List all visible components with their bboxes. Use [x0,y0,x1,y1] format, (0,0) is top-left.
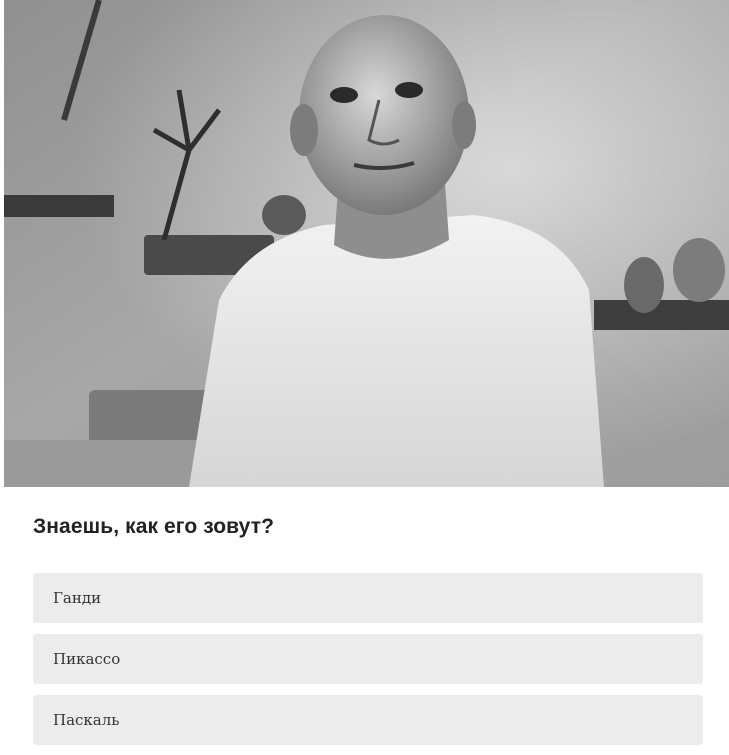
quiz-photo [4,0,729,487]
answer-option[interactable]: Пикассо [33,634,703,684]
answer-option[interactable]: Ганди [33,573,703,623]
quiz-card: Знаешь, как его зовут? Ганди Пикассо Пас… [0,0,729,755]
question-title: Знаешь, как его зовут? [33,515,275,538]
answer-options: Ганди Пикассо Паскаль [33,573,703,755]
answer-option[interactable]: Паскаль [33,695,703,745]
